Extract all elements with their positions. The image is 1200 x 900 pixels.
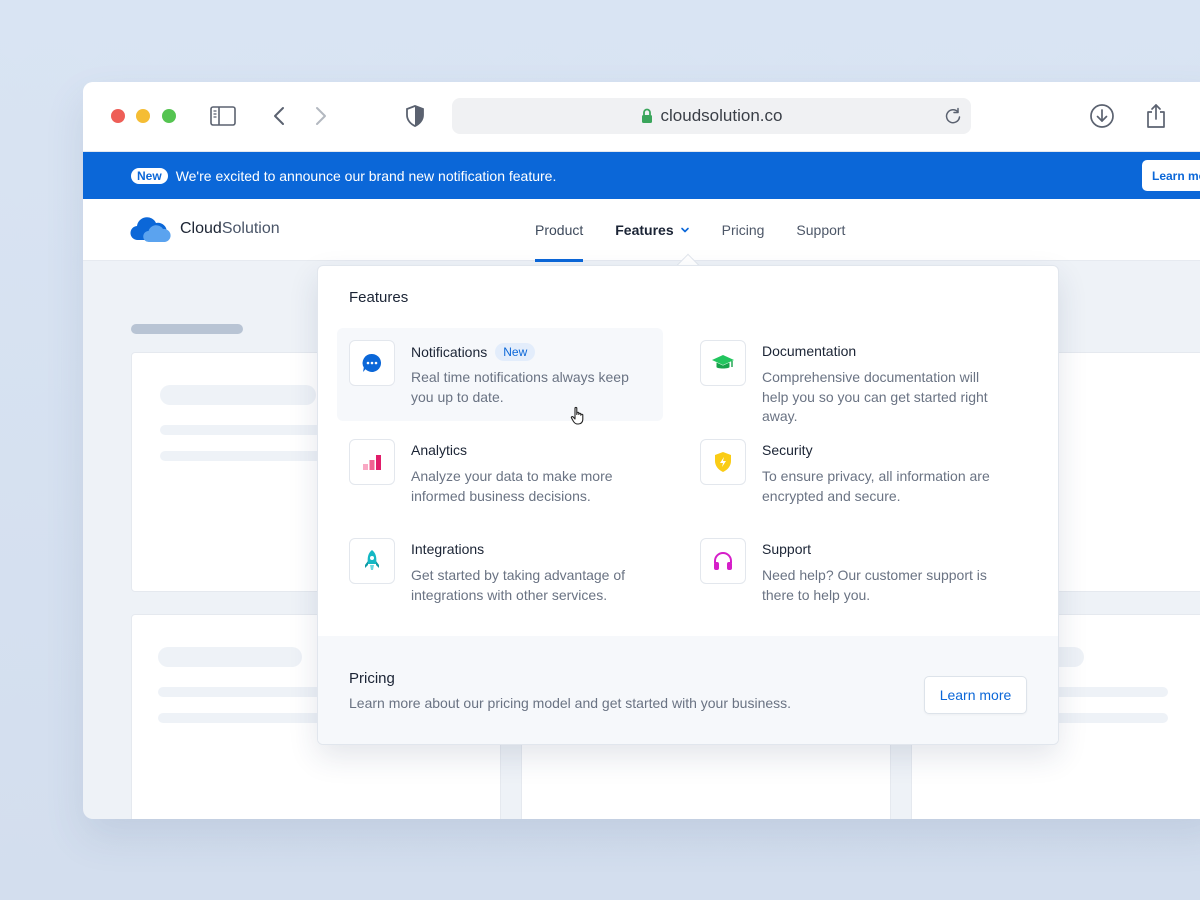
shield-bolt-icon xyxy=(700,439,746,485)
feature-analytics[interactable]: Analytics Analyze your data to make more… xyxy=(337,427,663,520)
feature-title: Documentation xyxy=(762,343,857,359)
announcement-banner: New We're excited to announce our brand … xyxy=(83,152,1200,199)
download-icon[interactable] xyxy=(1089,103,1115,129)
cloud-logo-icon xyxy=(130,217,171,243)
browser-window: cloudsolution.co New We're excited to an… xyxy=(83,82,1200,819)
site-name: CloudSolution xyxy=(180,220,280,237)
forward-icon[interactable] xyxy=(308,103,334,129)
feature-description: Analyze your data to make more informed … xyxy=(411,468,613,504)
banner-new-badge: New xyxy=(131,167,168,184)
site-header: CloudSolution Product Features Pricing S… xyxy=(83,199,1200,262)
graduation-cap-icon xyxy=(700,340,746,386)
feature-support[interactable]: Support Need help? Our customer support … xyxy=(688,526,1014,619)
site-logo[interactable]: CloudSolution xyxy=(130,214,280,244)
url-text: cloudsolution.co xyxy=(660,106,783,125)
rocket-icon xyxy=(349,538,395,584)
dropdown-title: Features xyxy=(349,289,409,306)
feature-description: Get started by taking advantage of integ… xyxy=(411,567,626,603)
pricing-description: Learn more about our pricing model and g… xyxy=(349,695,792,711)
minimize-window-button[interactable] xyxy=(136,109,150,123)
chat-bubble-icon xyxy=(349,340,395,386)
feature-description: Need help? Our customer support is there… xyxy=(762,567,987,603)
feature-description: Comprehensive documentation will help yo… xyxy=(762,369,988,424)
features-dropdown: Features Notifications New Real time noti… xyxy=(317,265,1059,745)
close-window-button[interactable] xyxy=(111,109,125,123)
feature-documentation[interactable]: Documentation Comprehensive documentatio… xyxy=(688,328,1014,424)
address-bar[interactable]: cloudsolution.co xyxy=(452,98,971,134)
new-badge: New xyxy=(495,343,536,361)
feature-title: Support xyxy=(762,541,812,557)
share-icon[interactable] xyxy=(1143,103,1169,129)
banner-message: We're excited to announce our brand new … xyxy=(175,167,557,184)
nav-product[interactable]: Product xyxy=(535,199,584,262)
nav-pricing[interactable]: Pricing xyxy=(722,199,765,261)
feature-title: Notifications xyxy=(411,344,488,360)
zoom-window-button[interactable] xyxy=(162,109,176,123)
feature-title: Analytics xyxy=(411,442,468,458)
back-icon[interactable] xyxy=(266,103,292,129)
chevron-down-icon xyxy=(680,226,690,234)
pricing-learn-more-button[interactable]: Learn more xyxy=(924,676,1027,714)
privacy-shield-icon[interactable] xyxy=(402,103,428,129)
feature-security[interactable]: Security To ensure privacy, all informat… xyxy=(688,427,1014,520)
lock-icon xyxy=(641,108,653,124)
sidebar-toggle-icon[interactable] xyxy=(210,103,236,129)
pricing-title: Pricing xyxy=(349,670,395,687)
feature-description: To ensure privacy, all information are e… xyxy=(762,468,990,504)
browser-toolbar: cloudsolution.co xyxy=(83,82,1200,152)
feature-title: Integrations xyxy=(411,541,485,557)
bar-chart-icon xyxy=(349,439,395,485)
feature-description: Real time notifications always keep you … xyxy=(411,369,629,405)
nav-support[interactable]: Support xyxy=(796,199,845,261)
nav-features[interactable]: Features xyxy=(615,199,689,261)
main-nav: Product Features Pricing Support xyxy=(535,199,877,262)
feature-title: Security xyxy=(762,442,813,458)
dropdown-footer: Pricing Learn more about our pricing mod… xyxy=(318,636,1058,744)
reload-icon[interactable] xyxy=(943,106,963,131)
feature-notifications[interactable]: Notifications New Real time notifications… xyxy=(337,328,663,425)
headphones-icon xyxy=(700,538,746,584)
feature-integrations[interactable]: Integrations Get started by taking advan… xyxy=(337,526,663,619)
skeleton-heading xyxy=(131,324,243,334)
banner-learn-more-button[interactable]: Learn mo xyxy=(1142,160,1200,191)
